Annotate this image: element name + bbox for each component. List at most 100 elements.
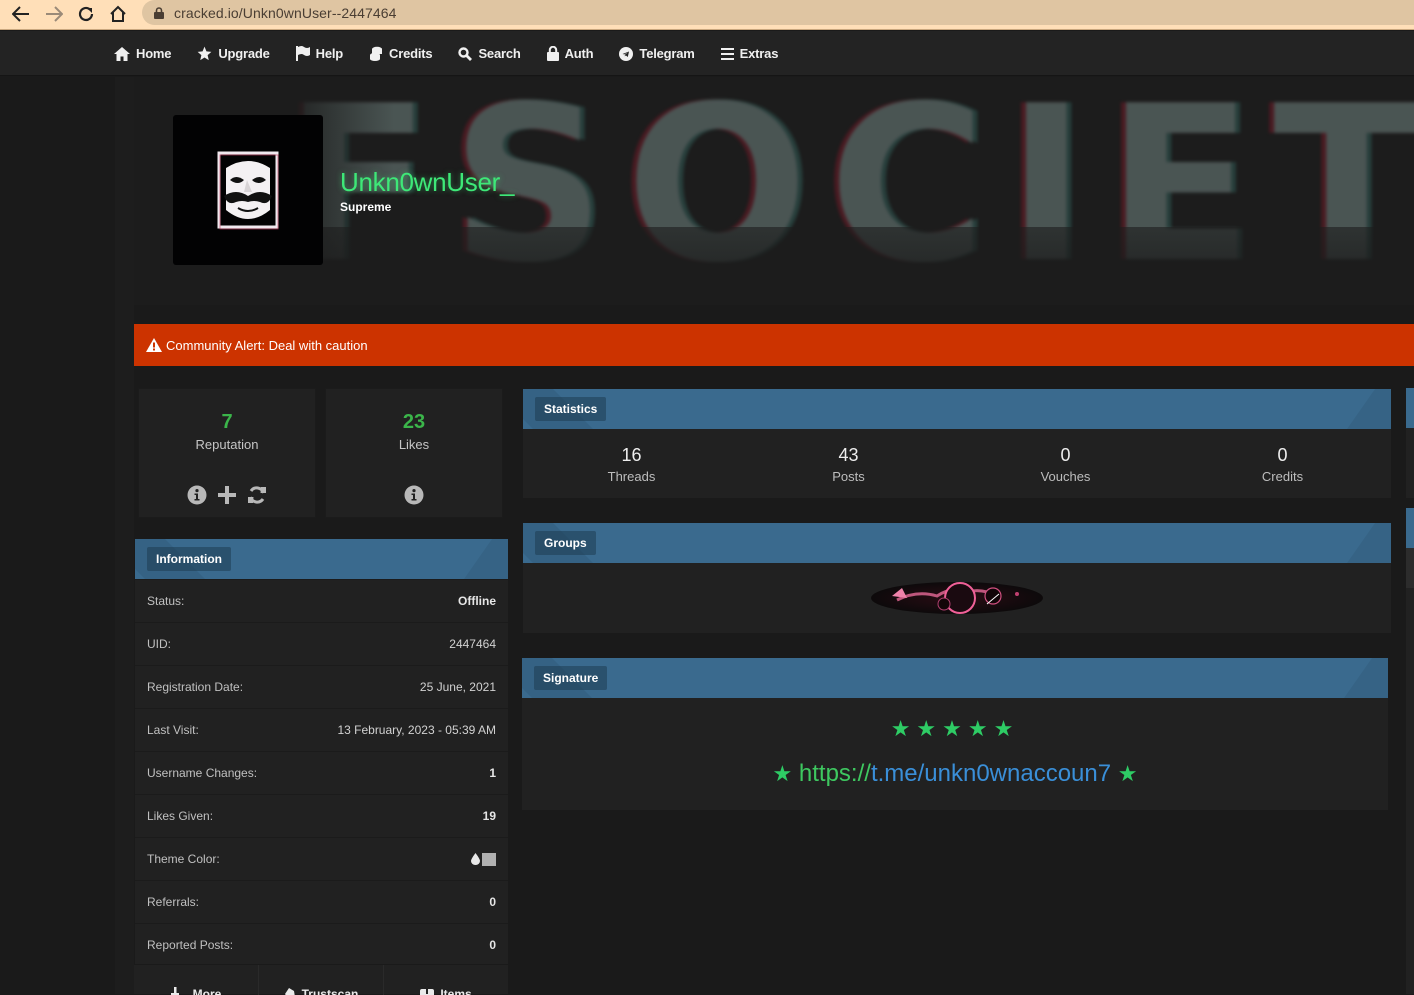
- vouches-value: 0: [1060, 445, 1071, 465]
- flag-icon: [295, 46, 310, 61]
- info-label: UID:: [147, 637, 171, 651]
- reload-button[interactable]: [75, 3, 97, 25]
- information-header: Information: [135, 539, 508, 579]
- arrow-left-icon: [12, 6, 29, 22]
- nav-search[interactable]: Search: [458, 46, 521, 61]
- likes-value: 23: [402, 411, 426, 433]
- nav-help[interactable]: Help: [295, 46, 344, 61]
- home-button[interactable]: [107, 3, 129, 25]
- reputation-info-button[interactable]: [187, 485, 207, 505]
- lock-icon: [154, 6, 164, 19]
- signature-link[interactable]: ★ https://t.me/unkn0wnaccoun7 ★: [522, 760, 1388, 788]
- reputation-box: 7 Reputation: [138, 388, 316, 518]
- info-label: Referrals:: [147, 895, 200, 909]
- refresh-icon: [248, 486, 266, 504]
- reload-icon: [78, 6, 94, 22]
- reported-posts-value: 0: [489, 938, 496, 952]
- uid-value: 2447464: [449, 637, 496, 651]
- credits-label: Credits: [1261, 469, 1304, 484]
- forward-button[interactable]: [43, 3, 65, 25]
- nav-telegram[interactable]: Telegram: [619, 46, 695, 61]
- username-changes-value[interactable]: 1: [489, 766, 496, 780]
- vouches-label: Vouches: [1040, 469, 1091, 484]
- lock-icon: [546, 46, 559, 61]
- theme-color-value: [471, 852, 496, 866]
- right-panel-edge: [1406, 428, 1414, 498]
- info-row-referrals: Referrals: 0: [135, 880, 508, 923]
- referrals-value: 0: [489, 895, 496, 909]
- statistics-panel: Statistics 16 Threads 43 Posts 0 Vouches…: [522, 388, 1392, 499]
- address-bar[interactable]: cracked.io/Unkn0wnUser--2447464: [142, 0, 1414, 25]
- right-panel-edge-2: [1406, 548, 1414, 588]
- info-icon: [404, 485, 424, 505]
- signature-link-prefix[interactable]: https://: [799, 760, 871, 787]
- registration-date-value: 25 June, 2021: [419, 680, 496, 694]
- add-reputation-button[interactable]: [217, 485, 237, 505]
- info-label: Registration Date:: [147, 680, 244, 694]
- right-panel-header-edge: [1406, 388, 1414, 428]
- signature-title: Signature: [534, 666, 608, 690]
- signature-link-text[interactable]: t.me/unkn0wnaccoun7: [871, 760, 1111, 787]
- left-gutter-strip: [115, 77, 134, 994]
- site-navbar: Home Upgrade Help Credits Search Auth Te…: [0, 31, 1414, 76]
- groups-header: Groups: [523, 523, 1391, 563]
- nav-upgrade-label: Upgrade: [218, 46, 270, 61]
- likes-box: 23 Likes: [325, 388, 503, 518]
- information-panel: Information Status: Offline UID: 2447464…: [134, 538, 509, 968]
- info-row-theme-color: Theme Color:: [135, 837, 508, 880]
- signature-header: Signature: [522, 658, 1388, 698]
- stat-credits[interactable]: 0 Credits: [1174, 429, 1391, 499]
- info-label: Theme Color:: [147, 852, 220, 866]
- plus-icon: [218, 486, 236, 504]
- theme-color-swatch: [482, 852, 496, 866]
- info-label: Username Changes:: [147, 766, 258, 780]
- stat-vouches[interactable]: 0 Vouches: [957, 429, 1174, 499]
- nav-auth[interactable]: Auth: [546, 46, 594, 61]
- search-icon: [458, 46, 473, 61]
- nav-credits-label: Credits: [389, 46, 433, 61]
- avatar[interactable]: [173, 115, 323, 265]
- tab-trustscan[interactable]: Trustscan: [259, 965, 384, 995]
- telegram-icon: [619, 46, 634, 61]
- profile-bottom-tabs: More Trustscan Items: [134, 964, 508, 995]
- fsociety-mask-icon: [217, 151, 279, 230]
- browser-toolbar: cracked.io/Unkn0wnUser--2447464: [0, 0, 1414, 30]
- refresh-reputation-button[interactable]: [247, 485, 267, 505]
- back-button[interactable]: [10, 3, 32, 25]
- stat-posts[interactable]: 43 Posts: [740, 429, 957, 499]
- info-row-username-changes: Username Changes: 1: [135, 751, 508, 794]
- reputation-label: Reputation: [195, 437, 259, 452]
- home-icon: [114, 46, 130, 61]
- credits-value: 0: [1277, 445, 1288, 465]
- likes-info-button[interactable]: [404, 485, 424, 505]
- tab-items[interactable]: Items: [384, 965, 508, 995]
- warning-icon: [146, 338, 162, 352]
- info-label: Status:: [147, 594, 185, 608]
- droplet-icon: [471, 853, 480, 865]
- community-alert: Community Alert: Deal with caution: [134, 324, 1414, 366]
- group-badge-icon[interactable]: [867, 578, 1047, 618]
- nav-help-label: Help: [315, 46, 344, 61]
- nav-home[interactable]: Home: [114, 46, 172, 61]
- tab-more[interactable]: More: [134, 965, 259, 995]
- statistics-title: Statistics: [535, 397, 607, 421]
- star-icon: ★: [772, 761, 793, 786]
- nav-credits[interactable]: Credits: [369, 46, 433, 61]
- nav-telegram-label: Telegram: [639, 46, 695, 61]
- nav-upgrade[interactable]: Upgrade: [197, 46, 270, 61]
- groups-title: Groups: [535, 531, 596, 555]
- info-row-likes-given: Likes Given: 19: [135, 794, 508, 837]
- info-row-status: Status: Offline: [135, 579, 508, 622]
- nav-auth-label: Auth: [564, 46, 594, 61]
- nav-extras[interactable]: Extras: [720, 46, 779, 61]
- likes-given-value: 19: [482, 809, 496, 823]
- nav-extras-label: Extras: [739, 46, 779, 61]
- likes-label: Likes: [398, 437, 430, 452]
- status-value: Offline: [458, 594, 496, 608]
- stat-threads[interactable]: 16 Threads: [523, 429, 740, 499]
- statistics-header: Statistics: [523, 389, 1391, 429]
- info-label: Last Visit:: [147, 723, 199, 737]
- community-alert-text: Community Alert: Deal with caution: [166, 337, 368, 353]
- info-row-uid: UID: 2447464: [135, 622, 508, 665]
- threads-value: 16: [621, 445, 642, 465]
